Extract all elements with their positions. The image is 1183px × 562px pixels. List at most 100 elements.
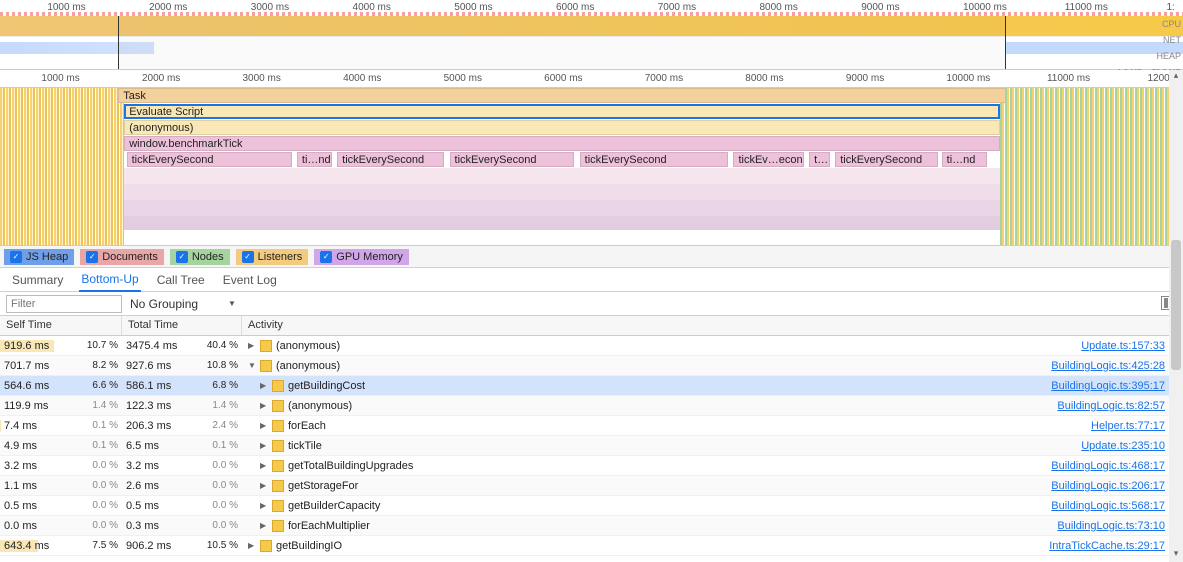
source-link[interactable]: Update.ts:157:33 xyxy=(1081,340,1183,352)
total-time-ms: 906.2 ms xyxy=(126,540,171,552)
activity-name: getTotalBuildingUpgrades xyxy=(288,460,413,472)
col-activity[interactable]: Activity xyxy=(242,316,1183,335)
total-time-pct: 0.0 % xyxy=(212,520,238,532)
source-link[interactable]: BuildingLogic.ts:468:17 xyxy=(1051,460,1183,472)
flame-tick-every-second[interactable]: tickEverySecond xyxy=(127,152,293,167)
source-link[interactable]: BuildingLogic.ts:82:57 xyxy=(1057,400,1183,412)
source-link[interactable]: IntraTickCache.ts:29:17 xyxy=(1049,540,1183,552)
self-time-ms: 3.2 ms xyxy=(4,460,37,472)
table-row[interactable]: 1.1 ms0.0 %2.6 ms0.0 %▶getStorageForBuil… xyxy=(0,476,1183,496)
scrollbar[interactable]: ▴ ▾ xyxy=(1169,70,1183,562)
legend-gpu[interactable]: ✓GPU Memory xyxy=(314,249,409,265)
flame-tick-every-second[interactable]: tickEverySecond xyxy=(337,152,443,167)
legend-listeners[interactable]: ✓Listeners xyxy=(236,249,309,265)
main-ruler-tick: 2000 ms xyxy=(142,73,180,84)
tree-caret-icon[interactable]: ▶ xyxy=(260,381,268,390)
filter-input[interactable] xyxy=(6,295,122,313)
source-link[interactable]: BuildingLogic.ts:73:10 xyxy=(1057,520,1183,532)
flame-tick-every-second[interactable]: ti…nd xyxy=(942,152,987,167)
flame-benchmark[interactable]: window.benchmarkTick xyxy=(124,136,999,151)
main-ruler-tick: 1200 xyxy=(1148,73,1170,84)
table-row[interactable]: 564.6 ms6.6 %586.1 ms6.8 %▶getBuildingCo… xyxy=(0,376,1183,396)
total-time-ms: 927.6 ms xyxy=(126,360,171,372)
main-ruler-tick: 6000 ms xyxy=(544,73,582,84)
total-time-ms: 586.1 ms xyxy=(126,380,171,392)
total-time-pct: 6.8 % xyxy=(212,380,238,392)
self-time-ms: 119.9 ms xyxy=(4,400,48,412)
tab-summary[interactable]: Summary xyxy=(10,269,65,291)
source-link[interactable]: BuildingLogic.ts:425:28 xyxy=(1051,360,1183,372)
tab-event-log[interactable]: Event Log xyxy=(221,269,279,291)
activity-swatch-icon xyxy=(272,440,284,452)
overview-selection[interactable] xyxy=(118,16,1005,69)
tree-caret-icon[interactable]: ▶ xyxy=(260,421,268,430)
tree-caret-icon[interactable]: ▶ xyxy=(260,521,268,530)
total-time-pct: 40.4 % xyxy=(207,340,238,352)
scrollbar-down-icon[interactable]: ▾ xyxy=(1169,548,1183,562)
source-link[interactable]: BuildingLogic.ts:206:17 xyxy=(1051,480,1183,492)
col-self-time[interactable]: Self Time xyxy=(0,316,122,335)
tab-bottom-up[interactable]: Bottom-Up xyxy=(79,268,140,292)
activity-name: getBuildingCost xyxy=(288,380,365,392)
tree-caret-icon[interactable]: ▶ xyxy=(248,341,256,350)
tree-caret-icon[interactable]: ▶ xyxy=(248,541,256,550)
legend-nodes[interactable]: ✓Nodes xyxy=(170,249,230,265)
source-link[interactable]: Update.ts:235:10 xyxy=(1081,440,1183,452)
tree-caret-icon[interactable]: ▼ xyxy=(248,361,256,370)
activity-swatch-icon xyxy=(260,540,272,552)
table-row[interactable]: 0.0 ms0.0 %0.3 ms0.0 %▶forEachMultiplier… xyxy=(0,516,1183,536)
table-row[interactable]: 119.9 ms1.4 %122.3 ms1.4 %▶(anonymous)Bu… xyxy=(0,396,1183,416)
activity-swatch-icon xyxy=(260,360,272,372)
legend-jsheap[interactable]: ✓JS Heap xyxy=(4,249,74,265)
table-row[interactable]: 0.5 ms0.0 %0.5 ms0.0 %▶getBuilderCapacit… xyxy=(0,496,1183,516)
self-time-ms: 0.5 ms xyxy=(4,500,37,512)
table-row[interactable]: 3.2 ms0.0 %3.2 ms0.0 %▶getTotalBuildingU… xyxy=(0,456,1183,476)
total-time-pct: 10.8 % xyxy=(207,360,238,372)
self-time-pct: 10.7 % xyxy=(87,340,118,352)
source-link[interactable]: BuildingLogic.ts:568:17 xyxy=(1051,500,1183,512)
flame-tick-every-second[interactable]: t… xyxy=(809,152,830,167)
tree-caret-icon[interactable]: ▶ xyxy=(260,481,268,490)
table-row[interactable]: 701.7 ms8.2 %927.6 ms10.8 %▼(anonymous)B… xyxy=(0,356,1183,376)
overview-timeline[interactable]: 1000 ms2000 ms3000 ms4000 ms5000 ms6000 … xyxy=(0,0,1183,70)
filter-bar: No Grouping▼ xyxy=(0,292,1183,316)
activity-swatch-icon xyxy=(272,380,284,392)
total-time-ms: 206.3 ms xyxy=(126,420,171,432)
source-link[interactable]: BuildingLogic.ts:395:17 xyxy=(1051,380,1183,392)
flame-task[interactable]: Task xyxy=(118,88,1005,103)
tree-caret-icon[interactable]: ▶ xyxy=(260,501,268,510)
scrollbar-up-icon[interactable]: ▴ xyxy=(1169,70,1183,84)
self-time-ms: 919.6 ms xyxy=(4,340,49,352)
total-time-pct: 0.1 % xyxy=(212,440,238,452)
flame-evaluate-script[interactable]: Evaluate Script xyxy=(124,104,999,119)
main-ruler[interactable]: ▲ 1000 ms2000 ms3000 ms4000 ms5000 ms600… xyxy=(0,70,1183,88)
scrollbar-thumb[interactable] xyxy=(1171,240,1181,370)
activity-swatch-icon xyxy=(260,340,272,352)
self-time-pct: 8.2 % xyxy=(92,360,118,372)
self-time-ms: 0.0 ms xyxy=(4,520,37,532)
table-row[interactable]: 919.6 ms10.7 %3475.4 ms40.4 %▶(anonymous… xyxy=(0,336,1183,356)
table-row[interactable]: 643.4 ms7.5 %906.2 ms10.5 %▶getBuildingI… xyxy=(0,536,1183,556)
flame-tick-every-second[interactable]: tickEverySecond xyxy=(835,152,938,167)
table-header[interactable]: Self Time Total Time Activity xyxy=(0,316,1183,336)
flame-chart[interactable]: Task Evaluate Script (anonymous) window.… xyxy=(0,88,1183,246)
main-ruler-tick: 4000 ms xyxy=(343,73,381,84)
activity-name: getStorageFor xyxy=(288,480,358,492)
flame-tick-every-second[interactable]: tickEverySecond xyxy=(450,152,574,167)
flame-tick-every-second[interactable]: tickEv…econd xyxy=(733,152,804,167)
tree-caret-icon[interactable]: ▶ xyxy=(260,401,268,410)
flame-anonymous[interactable]: (anonymous) xyxy=(124,120,999,135)
table-row[interactable]: 4.9 ms0.1 %6.5 ms0.1 %▶tickTileUpdate.ts… xyxy=(0,436,1183,456)
tab-call-tree[interactable]: Call Tree xyxy=(155,269,207,291)
col-total-time[interactable]: Total Time xyxy=(122,316,242,335)
flame-deep-stack[interactable] xyxy=(124,168,999,230)
flame-tick-every-second[interactable]: tickEverySecond xyxy=(580,152,728,167)
table-row[interactable]: 7.4 ms0.1 %206.3 ms2.4 %▶forEachHelper.t… xyxy=(0,416,1183,436)
main-ruler-tick: 1000 ms xyxy=(41,73,79,84)
tree-caret-icon[interactable]: ▶ xyxy=(260,461,268,470)
grouping-select[interactable]: No Grouping▼ xyxy=(130,297,236,311)
main-ruler-tick: 7000 ms xyxy=(645,73,683,84)
flame-tick-every-second[interactable]: ti…nd xyxy=(297,152,332,167)
legend-documents[interactable]: ✓Documents xyxy=(80,249,164,265)
tree-caret-icon[interactable]: ▶ xyxy=(260,441,268,450)
